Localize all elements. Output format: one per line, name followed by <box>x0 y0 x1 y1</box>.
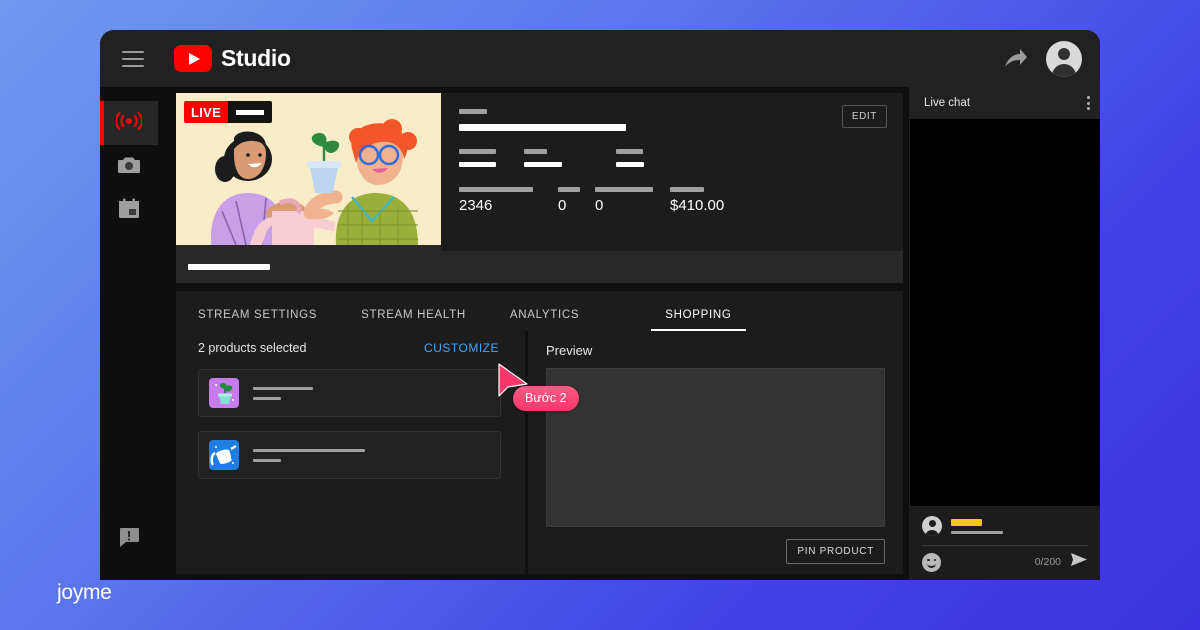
youtube-play-icon <box>174 45 212 72</box>
stream-thumbnail[interactable]: LIVE <box>176 93 441 245</box>
top-bar-actions <box>1003 40 1082 77</box>
youtube-studio-window: Studio LIVE EDIT 2346 0 0 $410.00 STREAM… <box>100 30 1100 580</box>
products-selected-label: 2 products selected <box>198 341 307 355</box>
tab-stream-settings[interactable]: STREAM SETTINGS <box>198 309 317 331</box>
broadcast-live-icon <box>115 111 143 136</box>
stream-detail-rows <box>459 149 887 167</box>
stream-stats: 2346 0 0 $410.00 <box>459 187 887 213</box>
edit-button[interactable]: EDIT <box>841 105 887 128</box>
compose-actions: 0/200 <box>922 552 1088 572</box>
stat-value: $410.00 <box>670 197 725 214</box>
account-avatar-icon[interactable] <box>1046 40 1082 77</box>
stream-tools-panel: STREAM SETTINGS STREAM HEALTH ANALYTICS … <box>176 291 903 574</box>
stat-item: 0 <box>595 187 670 213</box>
stat-label-redacted <box>558 187 580 192</box>
product-preview-pane: Preview PIN PRODUCT <box>528 331 903 574</box>
list-item[interactable] <box>198 431 501 479</box>
live-chat-header: Live chat <box>910 87 1100 119</box>
live-chat-panel: Live chat 0/200 <box>909 87 1100 580</box>
tab-analytics[interactable]: ANALYTICS <box>510 309 579 331</box>
tab-bar: STREAM SETTINGS STREAM HEALTH ANALYTICS … <box>176 291 903 331</box>
stat-item: 2346 <box>459 187 558 213</box>
compose-redacted-text[interactable] <box>951 518 1003 534</box>
send-arrow-icon[interactable] <box>1070 552 1088 572</box>
feedback-icon <box>118 527 140 553</box>
live-chat-messages <box>910 119 1100 506</box>
customize-button[interactable]: CUSTOMIZE <box>424 341 499 355</box>
camera-icon <box>117 155 141 180</box>
brand-name: Studio <box>221 45 291 71</box>
stream-status-bar <box>176 251 903 283</box>
stat-label-redacted <box>670 187 704 192</box>
live-badge: LIVE <box>184 101 273 123</box>
list-item[interactable] <box>198 369 501 417</box>
hamburger-menu-icon[interactable] <box>122 50 144 67</box>
preview-label: Preview <box>546 343 593 358</box>
stream-label-redacted <box>459 109 487 114</box>
screenshot-canvas: Studio LIVE EDIT 2346 0 0 $410.00 STREAM… <box>0 0 1200 630</box>
detail-label-redacted <box>459 149 496 154</box>
top-bar: Studio <box>100 30 1100 87</box>
product-text-redacted <box>253 448 365 462</box>
kebab-menu-icon[interactable] <box>1087 96 1090 110</box>
stat-item: $410.00 <box>670 187 724 213</box>
compose-identity <box>922 516 1088 536</box>
left-rail <box>100 87 158 580</box>
detail-value-redacted <box>616 162 644 167</box>
stat-value: 0 <box>595 197 604 214</box>
sidebar-item-go-live[interactable] <box>100 101 158 145</box>
step-annotation-badge: Bước 2 <box>513 386 579 411</box>
tab-shopping[interactable]: SHOPPING <box>651 309 746 331</box>
brand[interactable]: Studio <box>174 45 291 72</box>
detail-label-redacted <box>616 149 643 154</box>
live-chat-compose: 0/200 <box>910 506 1100 580</box>
main-content: LIVE EDIT 2346 0 0 $410.00 STREAM SETTIN… <box>158 87 909 580</box>
stream-summary-card: LIVE EDIT 2346 0 0 $410.00 <box>176 93 903 283</box>
live-badge-label: LIVE <box>184 101 229 123</box>
preview-actions: PIN PRODUCT <box>546 527 885 564</box>
detail-label-redacted <box>524 149 547 154</box>
pin-product-button[interactable]: PIN PRODUCT <box>786 539 885 564</box>
potted-plant-icon <box>209 378 239 408</box>
window-body: LIVE EDIT 2346 0 0 $410.00 STREAM SETTIN… <box>100 87 1100 580</box>
preview-area <box>546 368 885 527</box>
calendar-icon <box>118 198 140 224</box>
detail-value-redacted <box>459 162 496 167</box>
stat-item: 0 <box>558 187 595 213</box>
product-text-redacted <box>253 386 313 400</box>
divider <box>922 545 1088 546</box>
tab-stream-health[interactable]: STREAM HEALTH <box>361 309 466 331</box>
sidebar-item-schedule[interactable] <box>100 189 158 233</box>
joyme-watermark: joyme <box>57 581 112 604</box>
product-list-pane: 2 products selected CUSTOMIZE <box>176 331 528 574</box>
detail-value-redacted <box>524 162 562 167</box>
share-arrow-icon[interactable] <box>1003 48 1029 70</box>
stream-title-redacted <box>459 124 626 131</box>
tab-panes: 2 products selected CUSTOMIZE Preview PI… <box>176 331 903 574</box>
stat-value: 0 <box>558 197 567 214</box>
watering-can-icon <box>209 440 239 470</box>
char-counter: 0/200 <box>1034 556 1061 568</box>
sidebar-item-send-feedback[interactable] <box>100 518 158 562</box>
stat-value: 2346 <box>459 197 493 214</box>
account-avatar-icon <box>922 516 942 536</box>
live-chat-title: Live chat <box>924 97 971 109</box>
product-list-header: 2 products selected CUSTOMIZE <box>198 341 525 355</box>
stat-label-redacted <box>595 187 653 192</box>
sidebar-item-webcam[interactable] <box>100 145 158 189</box>
stat-label-redacted <box>459 187 533 192</box>
live-viewer-count-redacted <box>228 101 273 123</box>
emoji-smiley-icon[interactable] <box>922 552 941 572</box>
status-text-redacted <box>188 264 270 270</box>
